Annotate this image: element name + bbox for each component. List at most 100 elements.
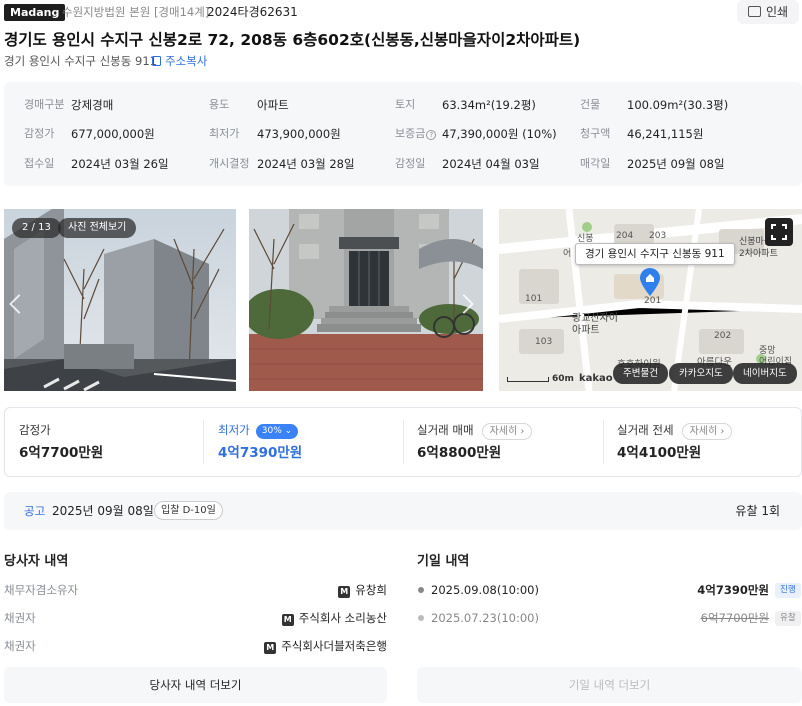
map-pin-icon: [640, 268, 660, 296]
photo-2-image: [249, 209, 483, 391]
copy-icon: [152, 56, 161, 66]
minimum-value: 473,900,000원: [257, 127, 341, 141]
appraisal-value: 677,000,000원: [71, 127, 155, 141]
map-scale-bar: [507, 377, 549, 382]
bid-dday-badge: 입찰 D-10일: [154, 501, 223, 520]
case-number: 2024타경62631: [207, 5, 298, 19]
notice-bar: 공고 2025년 09월 08일 입찰 D-10일 유찰 1회: [4, 492, 802, 530]
sale-label: 매각일: [580, 157, 611, 170]
history-date: 2025.07.23(10:00): [431, 611, 539, 625]
history-price: 4억7390만원: [697, 583, 769, 597]
rent-price-value: 4억4100만원: [617, 445, 702, 461]
deposit-label: 보증금: [395, 127, 426, 140]
appraised-value: 2024년 04월 03일: [442, 157, 540, 171]
map-label-103: 103: [535, 337, 553, 347]
history-dot: [418, 587, 424, 593]
commenced-value: 2024년 03월 28일: [257, 157, 355, 171]
map-scale-label: 60m: [552, 374, 574, 384]
parties-title: 당사자 내역: [4, 554, 69, 569]
claim-label: 청구액: [580, 127, 611, 140]
map-address-popup: 경기 용인시 수지구 신봉동 911: [575, 243, 735, 265]
rent-price-label-wrap: 실거래 전세 자세히 ›: [617, 422, 733, 440]
masked-badge: M: [264, 642, 277, 654]
help-icon[interactable]: ?: [426, 130, 437, 140]
copy-address-button[interactable]: 주소복사: [152, 54, 207, 68]
page-title: 경기도 용인시 수지구 신봉2로 72, 208동 6층602호(신봉동,신봉마…: [4, 31, 581, 49]
printer-icon: [747, 6, 761, 17]
location-map[interactable]: 204 203 신봉 어 신봉마을 2차아파트 101 103 202 201 광…: [499, 209, 802, 391]
notice-label: 공고: [24, 504, 46, 518]
party-name: M 주식회사더블저축은행: [264, 638, 387, 654]
land-value: 63.34m²(19.2평): [442, 98, 536, 112]
party-role: 채무자겸소유자: [4, 583, 79, 597]
map-label-eo: 어: [563, 249, 572, 259]
party-name: M 주식회사 소리농산: [281, 610, 387, 626]
brand-logo: Madang: [4, 4, 66, 21]
appraisal-price-label: 감정가: [19, 423, 51, 437]
divider: [403, 420, 404, 464]
history-price: 6억7700만원: [700, 611, 769, 625]
divider: [603, 420, 604, 464]
map-label-202: 202: [714, 331, 732, 341]
minimum-price-label: 최저가: [218, 423, 250, 437]
map-label-204: 204: [616, 231, 634, 241]
naver-map-button[interactable]: 네이버지도: [733, 363, 797, 384]
trade-detail-button[interactable]: 자세히 ›: [481, 423, 533, 440]
history-status-badge: 유찰: [775, 611, 801, 626]
history-date: 2025.09.08(10:00): [431, 583, 539, 597]
kakao-map-button[interactable]: 카카오지도: [669, 363, 733, 384]
map-label-201: 201: [644, 296, 662, 306]
party-role: 채권자: [4, 639, 36, 653]
fullscreen-icon[interactable]: [765, 218, 793, 246]
trade-price-label: 실거래 매매: [417, 423, 474, 437]
kakao-logo: kakao: [579, 373, 613, 384]
use-label: 용도: [209, 98, 230, 111]
lot-address: 경기 용인시 수지구 신봉동 911: [4, 54, 157, 68]
deposit-value: 47,390,000원 (10%): [442, 127, 557, 141]
party-role: 채권자: [4, 611, 36, 625]
fail-count: 유찰 1회: [735, 504, 780, 518]
party-name: M 유창희: [338, 582, 387, 598]
building-value: 100.09m²(30.3평): [627, 98, 729, 112]
received-label: 접수일: [24, 157, 55, 170]
price-summary: 감정가 6억7700만원 최저가 30% ⌄ 4억7390만원 실거래 매매 자세히…: [4, 407, 802, 477]
land-label: 토지: [395, 98, 416, 111]
nearby-items-button[interactable]: 주변물건: [613, 363, 668, 384]
map-label-101: 101: [525, 294, 543, 304]
sale-value: 2025년 09월 08일: [627, 157, 725, 171]
trade-price-value: 6억8800만원: [417, 445, 502, 461]
commenced-label: 개시결정: [209, 157, 250, 170]
masked-badge: M: [338, 586, 351, 598]
appraisal-price-value: 6억7700만원: [19, 445, 104, 461]
minimum-label: 최저가: [209, 127, 240, 140]
claim-value: 46,241,115원: [627, 127, 704, 141]
history-status-badge: 진행: [775, 583, 801, 598]
print-label: 인쇄: [765, 5, 789, 19]
minimum-rate-badge: 30% ⌄: [255, 424, 299, 439]
auction-type-value: 강제경매: [71, 98, 114, 112]
property-photo-1[interactable]: 2 / 13 사진 전체보기: [4, 209, 236, 391]
rent-detail-button[interactable]: 자세히 ›: [681, 423, 733, 440]
chevron-down-icon: ⌄: [284, 426, 293, 436]
appraisal-label: 감정가: [24, 127, 55, 140]
print-button[interactable]: 인쇄: [737, 0, 799, 24]
use-value: 아파트: [257, 98, 289, 112]
appraised-label: 감정일: [395, 157, 426, 170]
history-more-button[interactable]: 기일 내역 더보기: [417, 667, 802, 703]
trade-price-label-wrap: 실거래 매매 자세히 ›: [417, 422, 533, 440]
rent-price-label: 실거래 전세: [617, 423, 674, 437]
top-bar: Madang 수원지방법원 본원 [경매14계] 2024타경62631 인쇄: [0, 0, 802, 26]
masked-badge: M: [281, 614, 294, 626]
photo-counter: 2 / 13: [12, 218, 61, 238]
minimum-price-value: 4억7390만원: [218, 445, 303, 461]
received-value: 2024년 03월 26일: [71, 157, 169, 171]
deposit-label-wrap: 보증금?: [395, 127, 437, 141]
parties-more-button[interactable]: 당사자 내역 더보기: [4, 667, 387, 703]
auction-type-label: 경매구분: [24, 98, 65, 111]
history-dot: [418, 615, 424, 621]
case-info-panel: 경매구분 강제경매 용도 아파트 토지 63.34m²(19.2평) 건물 10…: [4, 82, 802, 186]
copy-label: 주소복사: [165, 54, 208, 68]
view-all-photos-button[interactable]: 사진 전체보기: [58, 218, 137, 238]
history-title: 기일 내역: [417, 554, 470, 569]
property-photo-2[interactable]: [249, 209, 483, 391]
